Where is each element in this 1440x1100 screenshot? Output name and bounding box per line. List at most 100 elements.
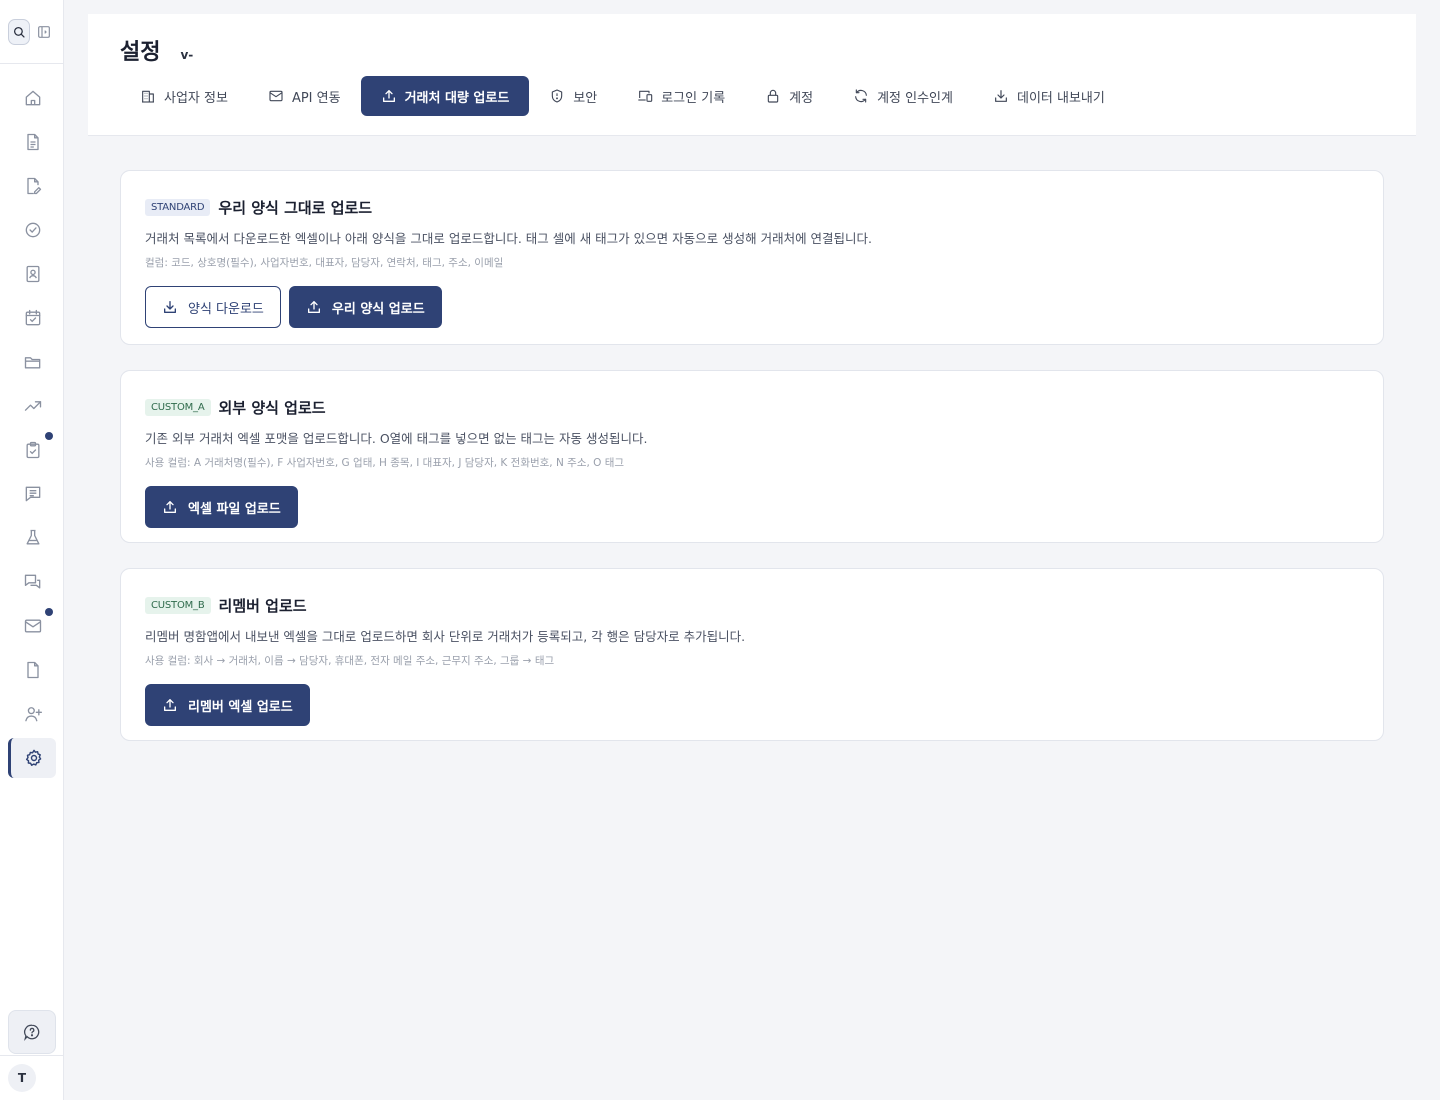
card-title: 리멤버 업로드 [218,597,307,615]
tab-label: 거래처 대량 업로드 [404,90,510,106]
edit-document-icon [27,177,42,195]
template-download-button[interactable]: 양식 다운로드 [145,286,281,328]
button-label: 엑셀 파일 업로드 [188,501,281,517]
button-label: 리멤버 엑셀 업로드 [188,699,293,715]
card-columns: 사용 컬럼: 회사 → 거래처, 이름 → 담당자, 휴대폰, 전자 메일 주소… [145,655,555,667]
user-add-icon [25,707,42,722]
calendar-icon [25,309,41,326]
card-header: CUSTOM_A 외부 양식 업로드 [145,397,1359,418]
tab-login-history[interactable]: 로그인 기록 [617,76,745,116]
sidebar-item-home[interactable] [10,78,56,118]
refresh-icon [855,89,867,103]
tab-label: 계정 [789,90,814,106]
card-actions: 엑셀 파일 업로드 [145,486,1359,528]
help-icon [24,1024,40,1041]
avatar[interactable]: T [8,1064,36,1092]
sidebar-item-lab[interactable] [10,518,56,558]
settings-header: 설정 v- 사업자 정보 API 연동 거래처 대량 업로드 보안 로그인 기록… [88,14,1416,136]
tab-label: API 연동 [291,90,341,106]
tab-business-info[interactable]: 사업자 정보 [120,76,248,116]
flask-icon [26,529,40,545]
home-icon [25,90,41,106]
card-columns: 컬럼: 코드, 상호명(필수), 사업자번호, 대표자, 담당자, 연락처, 태… [145,257,504,269]
standard-upload-button[interactable]: 우리 양식 업로드 [288,286,442,328]
button-label: 양식 다운로드 [188,301,264,317]
upload-icon [307,301,320,313]
sidebar-item-mail[interactable] [10,606,56,646]
tab-data-export[interactable]: 데이터 내보내기 [973,76,1125,116]
trend-icon [24,401,42,411]
sidebar-item-folder[interactable] [10,342,56,382]
sidebar-item-contacts[interactable] [10,254,56,294]
card-header: CUSTOM_B 리멤버 업로드 [145,595,1359,616]
download-icon [164,301,176,313]
notification-dot [45,608,53,616]
card-actions: 양식 다운로드 우리 양식 업로드 [145,286,1359,328]
sidebar-item-messages[interactable] [10,474,56,514]
upload-card-standard: STANDARD 우리 양식 그대로 업로드 거래처 목록에서 다운로드한 엑셀… [120,170,1384,345]
check-circle-icon [25,222,41,238]
sidebar-item-edit[interactable] [10,166,56,206]
mail-icon [269,90,283,102]
sidebar-collapse-button[interactable] [34,22,54,42]
upload-card-custom-b: CUSTOM_B 리멤버 업로드 리멤버 명함앱에서 내보낸 엑셀을 그대로 업… [120,568,1384,741]
sidebar-item-analytics[interactable] [10,386,56,426]
folder-icon [24,357,41,369]
sidebar-item-invite[interactable] [10,694,56,734]
upload-card-custom-a: CUSTOM_A 외부 양식 업로드 기존 외부 거래처 엑셀 포맷을 업로드합… [120,370,1384,543]
card-title: 우리 양식 그대로 업로드 [218,199,373,217]
format-badge: CUSTOM_B [145,597,211,614]
lock-icon [767,89,779,103]
card-description: 기존 외부 거래처 엑셀 포맷을 업로드합니다. O열에 태그를 넣으면 없는 … [145,431,648,446]
sidebar-nav [0,78,64,782]
search-icon [13,26,25,38]
title-row: 설정 v- [120,34,193,66]
card-description: 리멤버 명함앱에서 내보낸 엑셀을 그대로 업로드하면 회사 단위로 거래처가 … [145,629,746,644]
clipboard-check-icon [26,441,40,459]
tab-account-handover[interactable]: 계정 인수인계 [833,76,973,116]
help-button[interactable] [8,1010,56,1054]
tab-account[interactable]: 계정 [745,76,833,116]
settings-tabs: 사업자 정보 API 연동 거래처 대량 업로드 보안 로그인 기록 계정 계정… [120,76,1125,116]
button-label: 우리 양식 업로드 [331,301,425,317]
upload-icon [164,501,176,513]
version-label: v- [180,48,194,62]
remember-upload-button[interactable]: 리멤버 엑셀 업로드 [145,684,310,726]
card-header: STANDARD 우리 양식 그대로 업로드 [145,197,1359,218]
sidebar-item-chat[interactable] [10,562,56,602]
tab-security[interactable]: 보안 [529,76,617,116]
tab-label: 로그인 기록 [661,90,726,106]
card-title: 외부 양식 업로드 [218,399,326,417]
download-icon [995,90,1007,102]
message-icon [25,486,41,502]
chat-icon [24,574,41,589]
sidebar-item-documents[interactable] [10,122,56,162]
gear-icon [25,749,41,766]
sidebar-item-files[interactable] [10,650,56,690]
card-columns: 사용 컬럼: A 거래처명(필수), F 사업자번호, G 업태, H 종목, … [145,457,625,469]
contact-book-icon [26,265,40,283]
upload-icon [164,699,176,711]
file-icon [27,661,39,679]
sidebar-item-settings[interactable] [8,738,56,778]
card-description: 거래처 목록에서 다운로드한 엑셀이나 아래 양식을 그대로 업로드합니다. 태… [145,231,873,246]
tab-label: 보안 [573,90,598,106]
search-button[interactable] [8,18,30,45]
sidebar-top [0,0,63,64]
format-badge: CUSTOM_A [145,399,211,416]
excel-upload-button[interactable]: 엑셀 파일 업로드 [145,486,298,528]
tab-api[interactable]: API 연동 [248,76,361,116]
sidebar: T [0,0,64,1100]
devices-icon [638,90,653,102]
upload-icon [382,90,395,102]
page-title: 설정 [120,40,161,65]
tab-bulk-upload[interactable]: 거래처 대량 업로드 [360,76,530,116]
sidebar-item-tasks[interactable] [10,430,56,470]
tab-label: 계정 인수인계 [877,90,953,106]
shield-icon [552,89,563,103]
tab-label: 데이터 내보내기 [1016,90,1105,106]
sidebar-item-calendar[interactable] [10,298,56,338]
notification-dot [45,432,53,440]
sidebar-item-approval[interactable] [10,210,56,250]
card-actions: 리멤버 엑셀 업로드 [145,684,1359,726]
